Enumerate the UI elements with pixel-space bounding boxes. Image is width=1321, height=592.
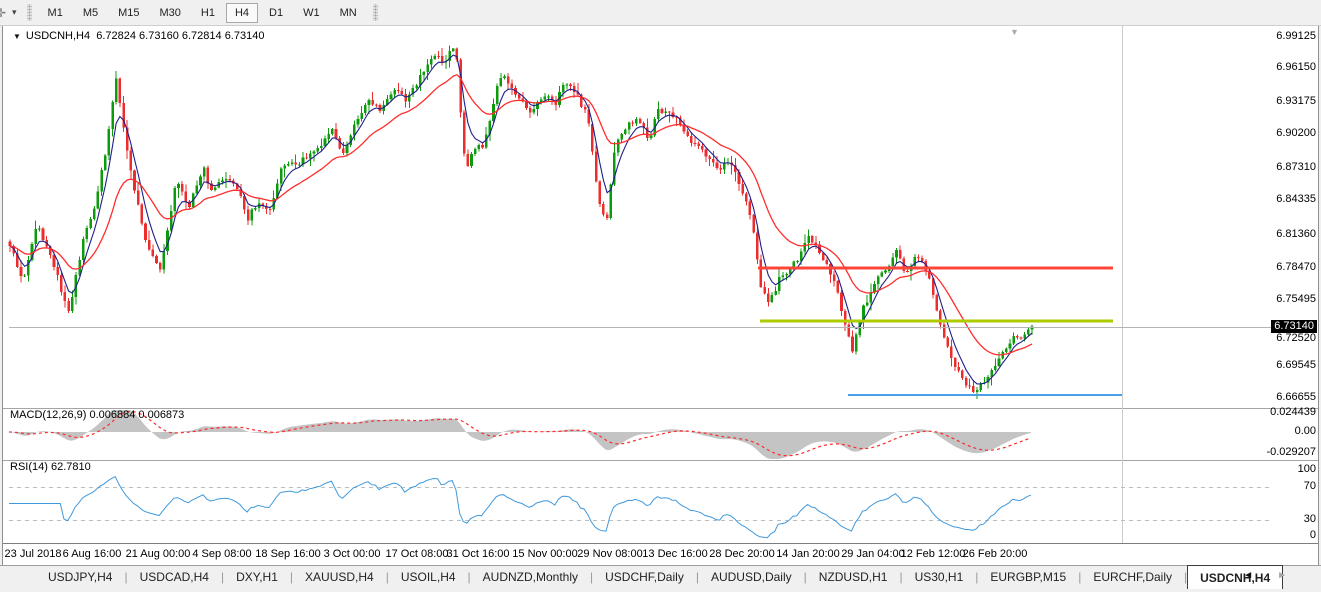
symbol-tab-eurchf-daily[interactable]: EURCHF,Daily <box>1081 566 1184 589</box>
timeframe-button-d1[interactable]: D1 <box>260 3 292 23</box>
timeframe-button-h1[interactable]: H1 <box>192 3 224 23</box>
symbol-tab-usoil-h4[interactable]: USOIL,H4 <box>389 566 468 589</box>
time-axis-label: 18 Sep 16:00 <box>255 548 320 560</box>
symbol-tab-usdchf-daily[interactable]: USDCHF,Daily <box>593 566 696 589</box>
tab-scroll-arrows: ◄► <box>1243 570 1311 581</box>
price-axis-label: 6.90200 <box>1276 127 1316 139</box>
timeframe-button-h4[interactable]: H4 <box>226 3 258 23</box>
tab-list: USDJPY,H4|USDCAD,H4|DXY,H1|XAUUSD,H4|USO… <box>36 566 1283 589</box>
price-axis-label: 6.78470 <box>1276 261 1316 273</box>
price-axis-label: 6.84335 <box>1276 193 1316 205</box>
macd-axis-label: -0.029207 <box>1266 446 1316 458</box>
time-axis-label: 23 Jul 2018 <box>5 548 62 560</box>
timeframe-button-w1[interactable]: W1 <box>294 3 329 23</box>
toolbar-grip[interactable] <box>27 4 32 21</box>
symbol-tab-usdjpy-h4[interactable]: USDJPY,H4 <box>36 566 124 589</box>
price-axis-label: 6.96150 <box>1276 61 1316 73</box>
time-axis-label: 14 Jan 20:00 <box>776 548 840 560</box>
timeframe-button-m1[interactable]: M1 <box>39 3 72 23</box>
price-axis-label: 6.75495 <box>1276 293 1316 305</box>
price-axis-label: 6.93175 <box>1276 95 1316 107</box>
time-axis-label: 13 Dec 16:00 <box>642 548 707 560</box>
price-axis-label: 6.66655 <box>1276 391 1316 403</box>
timeframe-button-group: M1M5M15M30H1H4D1W1MN <box>38 3 367 23</box>
chart-canvas[interactable] <box>0 0 1321 592</box>
time-axis-label: 31 Oct 16:00 <box>447 548 510 560</box>
tabs-scroll-left-icon[interactable]: ◄ <box>1243 570 1277 581</box>
toolbar-grip[interactable] <box>373 4 378 21</box>
symbol-tab-us30-h1[interactable]: US30,H1 <box>903 566 976 589</box>
price-axis-secondary-label: 6.72520 <box>1276 332 1316 344</box>
time-axis-label: 29 Nov 08:00 <box>577 548 642 560</box>
price-axis-label: 6.99125 <box>1276 30 1316 42</box>
time-axis-label: 3 Oct 00:00 <box>324 548 381 560</box>
collapse-chart-icon[interactable]: ▼ <box>13 32 21 41</box>
price-axis-label: 6.87310 <box>1276 161 1316 173</box>
timeframe-button-m15[interactable]: M15 <box>109 3 148 23</box>
macd-axis-label: 0.024439 <box>1270 406 1316 418</box>
time-axis-label: 28 Dec 20:00 <box>709 548 774 560</box>
symbol-tab-eurgbp-m15[interactable]: EURGBP,M15 <box>978 566 1078 589</box>
chart-symbol-period: USDCNH,H4 <box>26 30 90 42</box>
symbol-tabbar: USDJPY,H4|USDCAD,H4|DXY,H1|XAUUSD,H4|USO… <box>0 565 1321 589</box>
cursor-tool-icon[interactable]: ✛ <box>0 6 10 20</box>
rsi-axis-label: 0 <box>1310 529 1316 541</box>
symbol-tab-audusd-daily[interactable]: AUDUSD,Daily <box>699 566 804 589</box>
current-price-badge: 6.73140 <box>1271 320 1317 333</box>
time-axis-label: 26 Feb 20:00 <box>963 548 1028 560</box>
rsi-axis-label: 30 <box>1304 513 1316 525</box>
timeframe-button-m5[interactable]: M5 <box>74 3 107 23</box>
tabs-scroll-right-icon[interactable]: ► <box>1277 570 1311 581</box>
rsi-axis-label: 70 <box>1304 480 1316 492</box>
symbol-tab-audnzd-monthly[interactable]: AUDNZD,Monthly <box>471 566 590 589</box>
symbol-tab-xauusd-h4[interactable]: XAUUSD,H4 <box>293 566 386 589</box>
toolbar: ✛ ▾ M1M5M15M30H1H4D1W1MN <box>0 0 1321 26</box>
time-axis-label: 12 Feb 12:00 <box>901 548 966 560</box>
symbol-tab-nzdusd-h1[interactable]: NZDUSD,H1 <box>807 566 900 589</box>
chart-shift-marker-icon[interactable]: ▼ <box>1010 27 1019 37</box>
time-axis-label: 6 Aug 16:00 <box>63 548 122 560</box>
price-axis-label: 6.81360 <box>1276 228 1316 240</box>
symbol-tab-usdcad-h4[interactable]: USDCAD,H4 <box>128 566 221 589</box>
time-axis-label: 21 Aug 00:00 <box>126 548 191 560</box>
time-axis-label: 29 Jan 04:00 <box>841 548 905 560</box>
time-axis-label: 15 Nov 00:00 <box>512 548 577 560</box>
mt4-window: ✛ ▾ M1M5M15M30H1H4D1W1MN ▼ USDCNH,H4 6.72… <box>0 0 1321 592</box>
chart-title-bar: ▼ USDCNH,H4 6.72824 6.73160 6.72814 6.731… <box>13 30 264 42</box>
timeframe-button-m30[interactable]: M30 <box>151 3 190 23</box>
timeframe-button-mn[interactable]: MN <box>331 3 366 23</box>
time-axis-label: 17 Oct 08:00 <box>386 548 449 560</box>
macd-axis-label: 0.00 <box>1295 425 1316 437</box>
price-axis-label: 6.69545 <box>1276 359 1316 371</box>
time-axis-label: 4 Sep 08:00 <box>192 548 251 560</box>
rsi-axis-label: 100 <box>1298 463 1316 475</box>
macd-indicator-label: MACD(12,26,9) 0.006884 0.006873 <box>10 409 184 421</box>
dropdown-arrow-icon[interactable]: ▾ <box>12 7 17 18</box>
rsi-indicator-label: RSI(14) 62.7810 <box>10 461 91 473</box>
chart-ohlc-values: 6.72824 6.73160 6.72814 6.73140 <box>96 30 264 42</box>
symbol-tab-dxy-h1[interactable]: DXY,H1 <box>224 566 290 589</box>
